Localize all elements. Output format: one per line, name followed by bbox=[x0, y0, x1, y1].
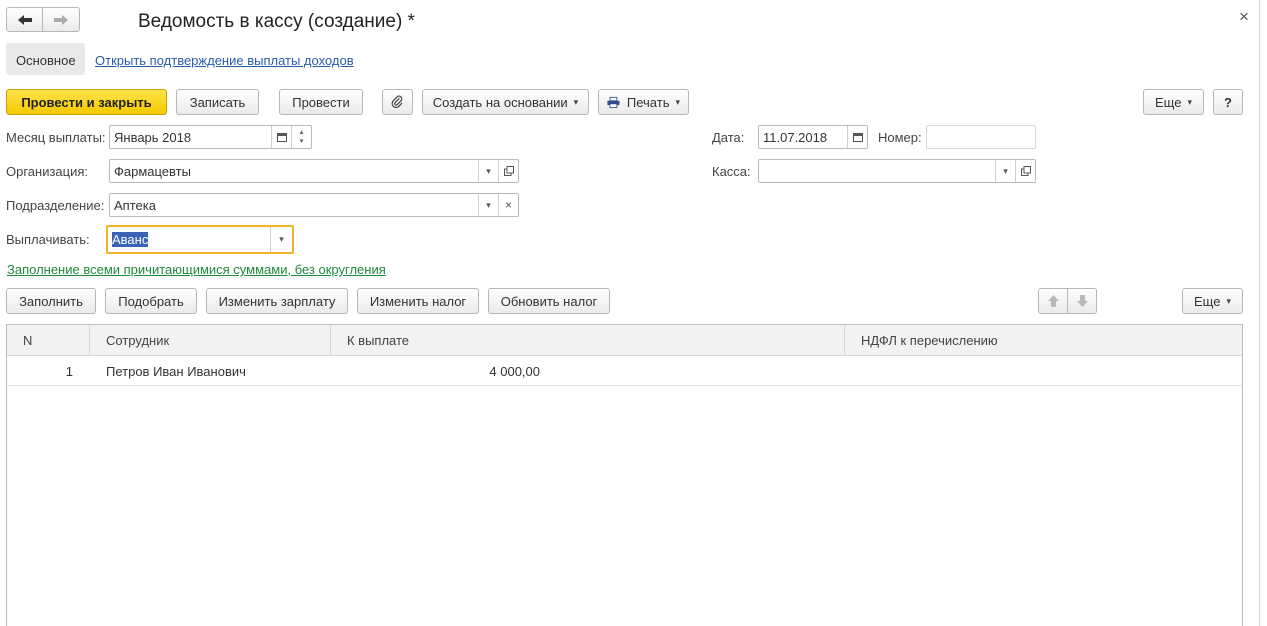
chevron-down-icon: ▾ bbox=[1187, 96, 1192, 107]
post-button[interactable]: Провести bbox=[279, 89, 363, 115]
cash-value bbox=[759, 160, 995, 182]
window-border bbox=[1259, 0, 1260, 626]
arrow-up-icon bbox=[1047, 295, 1059, 307]
organization-field[interactable]: Фармацевты ▾ bbox=[109, 159, 519, 183]
date-field[interactable]: 11.07.2018 bbox=[758, 125, 868, 149]
open-icon[interactable] bbox=[1015, 160, 1035, 182]
chevron-down-icon: ▾ bbox=[573, 96, 579, 107]
department-field[interactable]: Аптека ▾ × bbox=[109, 193, 519, 217]
move-down-button[interactable] bbox=[1067, 288, 1097, 314]
organization-value: Фармацевты bbox=[114, 164, 191, 179]
department-label: Подразделение: bbox=[6, 198, 105, 213]
arrow-left-icon bbox=[17, 14, 32, 25]
arrow-right-icon bbox=[54, 14, 68, 25]
arrow-down-icon bbox=[1076, 295, 1088, 307]
create-based-on-button[interactable]: Создать на основании ▾ bbox=[422, 89, 589, 115]
page-title: Ведомость в кассу (создание) * bbox=[138, 11, 415, 32]
month-label: Месяц выплаты: bbox=[6, 130, 106, 145]
chevron-down-icon: ▾ bbox=[675, 96, 680, 107]
chevron-down-icon: ▾ bbox=[1226, 295, 1231, 306]
open-confirmation-link[interactable]: Открыть подтверждение выплаты доходов bbox=[95, 53, 354, 68]
chevron-down-icon[interactable]: ▾ bbox=[478, 160, 498, 182]
attach-button[interactable] bbox=[382, 89, 413, 115]
change-salary-button[interactable]: Изменить зарплату bbox=[206, 288, 348, 314]
number-field[interactable] bbox=[926, 125, 1036, 149]
pay-type-select[interactable]: Аванс ▾ bbox=[106, 225, 294, 254]
column-header-tax[interactable]: НДФЛ к перечислению bbox=[845, 325, 1242, 356]
employee-table[interactable]: N Сотрудник К выплате НДФЛ к перечислени… bbox=[6, 324, 1243, 626]
row-amount: 4 000,00 bbox=[489, 364, 540, 379]
department-value: Аптека bbox=[114, 198, 156, 213]
row-number: 1 bbox=[65, 364, 73, 379]
row-employee: Петров Иван Иванович bbox=[106, 364, 246, 379]
column-header-n[interactable]: N bbox=[7, 325, 90, 356]
more-label: Еще bbox=[1155, 94, 1182, 110]
chevron-down-icon[interactable]: ▾ bbox=[478, 194, 498, 216]
print-label: Печать bbox=[626, 94, 670, 110]
update-tax-button[interactable]: Обновить налог bbox=[488, 288, 610, 314]
chevron-down-icon[interactable]: ▾ bbox=[300, 137, 304, 146]
create-based-on-label: Создать на основании bbox=[432, 94, 568, 110]
chevron-up-icon[interactable]: ▴ bbox=[300, 128, 304, 137]
move-up-button[interactable] bbox=[1038, 288, 1068, 314]
post-and-close-button[interactable]: Провести и закрыть bbox=[6, 89, 167, 115]
print-button[interactable]: Печать ▾ bbox=[598, 89, 689, 115]
table-header: N Сотрудник К выплате НДФЛ к перечислени… bbox=[7, 325, 1242, 356]
more-button[interactable]: Еще ▾ bbox=[1143, 89, 1204, 115]
paperclip-icon bbox=[391, 95, 403, 109]
clear-icon[interactable]: × bbox=[498, 194, 518, 216]
pick-button[interactable]: Подобрать bbox=[105, 288, 197, 314]
change-tax-button[interactable]: Изменить налог bbox=[357, 288, 479, 314]
table-row[interactable]: 1 Петров Иван Иванович 4 000,00 bbox=[7, 356, 1242, 386]
pay-type-value: Аванс bbox=[112, 232, 149, 247]
fill-button[interactable]: Заполнить bbox=[6, 288, 96, 314]
number-value bbox=[927, 126, 1035, 148]
calendar-icon[interactable] bbox=[847, 126, 867, 148]
chevron-down-icon[interactable]: ▾ bbox=[995, 160, 1015, 182]
cash-label: Касса: bbox=[712, 164, 751, 179]
fill-mode-link[interactable]: Заполнение всеми причитающимися суммами,… bbox=[7, 262, 386, 277]
month-value: Январь 2018 bbox=[114, 130, 192, 145]
help-button[interactable]: ? bbox=[1213, 89, 1243, 115]
date-value: 11.07.2018 bbox=[763, 130, 828, 145]
date-label: Дата: bbox=[712, 130, 745, 145]
open-icon[interactable] bbox=[498, 160, 518, 182]
save-button[interactable]: Записать bbox=[176, 89, 259, 115]
chevron-down-icon[interactable]: ▾ bbox=[270, 227, 292, 252]
pay-type-label: Выплачивать: bbox=[6, 232, 90, 247]
organization-label: Организация: bbox=[6, 164, 89, 179]
back-button[interactable] bbox=[6, 7, 43, 32]
tab-main[interactable]: Основное bbox=[6, 43, 85, 75]
number-label: Номер: bbox=[878, 130, 922, 145]
printer-icon bbox=[607, 96, 620, 108]
cash-field[interactable]: ▾ bbox=[758, 159, 1036, 183]
forward-button[interactable] bbox=[42, 7, 80, 32]
close-icon[interactable]: × bbox=[1239, 7, 1249, 27]
month-field[interactable]: Январь 2018 ▴ ▾ bbox=[109, 125, 312, 149]
table-more-button[interactable]: Еще ▾ bbox=[1182, 288, 1243, 314]
month-stepper[interactable]: ▴ ▾ bbox=[291, 126, 311, 148]
column-header-employee[interactable]: Сотрудник bbox=[90, 325, 331, 356]
calendar-icon[interactable] bbox=[271, 126, 291, 148]
column-header-amount[interactable]: К выплате bbox=[331, 325, 845, 356]
table-more-label: Еще bbox=[1194, 293, 1221, 309]
